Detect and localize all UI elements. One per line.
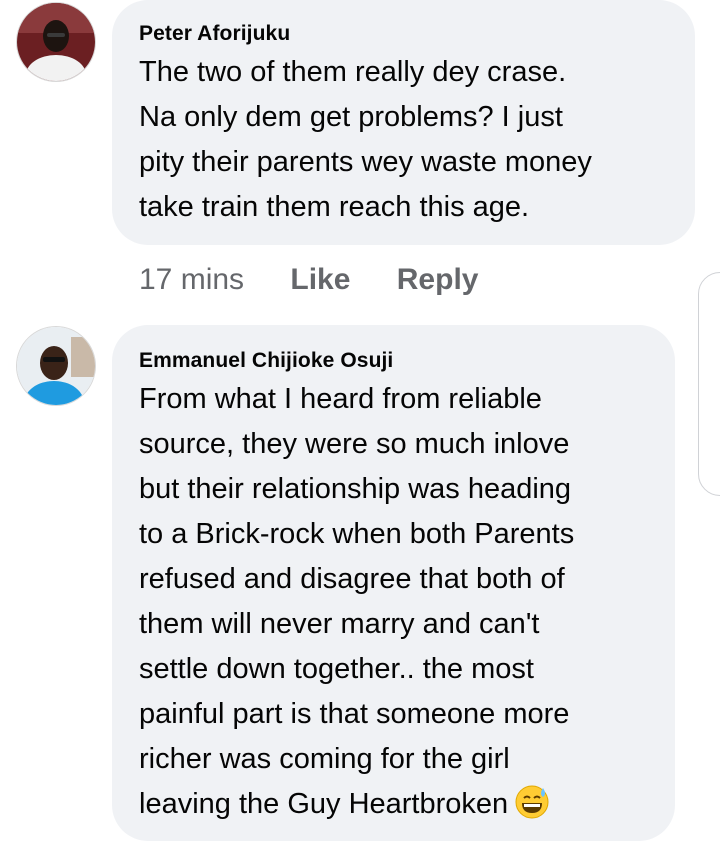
comment-bubble: Emmanuel Chijioke Osuji From what I hear… [112,325,675,841]
comment-bubble: Peter Aforijuku The two of them really d… [112,0,695,245]
comment-author[interactable]: Emmanuel Chijioke Osuji [139,349,393,373]
comment-text-line: take train them reach this age. [139,191,530,223]
comment-text: The two of them really dey crase. Na onl… [139,50,592,230]
comment-text-line: source, they were so much inlove [139,428,570,460]
comment-text-line: leaving the Guy Heartbroken [139,788,509,820]
comment-actions: 17 mins Like Reply [139,263,478,297]
like-button[interactable]: Like [290,263,350,296]
comment-text-line: From what I heard from reliable [139,383,542,415]
reply-button[interactable]: Reply [397,263,479,296]
comment-text-line: settle down together.. the most [139,653,534,685]
comment-text: From what I heard from reliable source, … [139,377,574,827]
grinning-sweat-emoji-icon [515,785,549,819]
comment-text-line: The two of them really dey crase. [139,56,567,88]
profile-photo-icon [17,3,95,81]
comment-author[interactable]: Peter Aforijuku [139,22,290,46]
comment-text-line: to a Brick-rock when both Parents [139,518,575,550]
comment-text-line: pity their parents wey waste money [139,146,592,178]
comment-text-line: Na only dem get problems? I just [139,101,563,133]
avatar-emmanuel[interactable] [17,327,95,405]
comment-text-line: them will never marry and can't [139,608,540,640]
comments-thread: Peter Aforijuku The two of them really d… [0,0,720,849]
comment-text-line: refused and disagree that both of [139,563,565,595]
comment-text-line: painful part is that someone more [139,698,570,730]
side-panel-edge [698,272,720,496]
comment-text-line: richer was coming for the girl [139,743,510,775]
comment-text-line: but their relationship was heading [139,473,572,505]
comment-timestamp: 17 mins [139,263,245,296]
profile-photo-icon [17,327,95,405]
comment-text-line-last: leaving the Guy Heartbroken [139,782,574,827]
avatar-peter[interactable] [17,3,95,81]
